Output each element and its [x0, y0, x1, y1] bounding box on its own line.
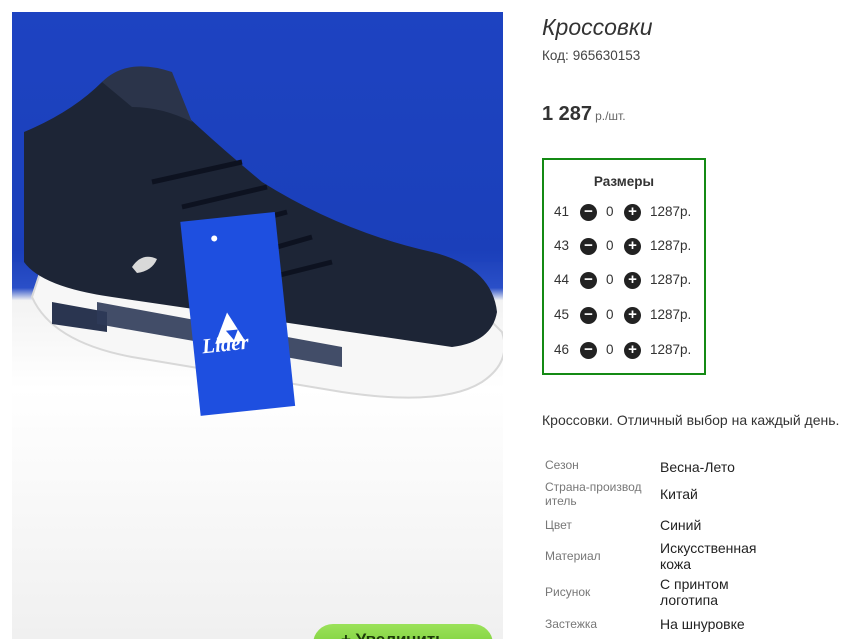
property-value: Синий — [660, 517, 702, 533]
plus-circle-icon[interactable]: + — [624, 307, 641, 324]
size-label: 46 — [554, 342, 570, 357]
property-value: На шнуровке — [660, 616, 745, 632]
sizes-panel: Размеры 41 − 0 + 1287р. 43 − 0 + 1287р. … — [542, 158, 706, 375]
size-quantity: 0 — [606, 238, 614, 253]
property-value: С принтом логотипа — [660, 576, 729, 608]
size-quantity: 0 — [606, 342, 614, 357]
size-price: 1287р. — [650, 342, 692, 357]
product-code-value: 965630153 — [572, 48, 641, 63]
property-key: Сезон — [545, 458, 579, 472]
plus-circle-icon[interactable]: + — [624, 238, 641, 255]
property-key: Материал — [545, 549, 601, 563]
size-price: 1287р. — [650, 204, 692, 219]
property-value: Китай — [660, 486, 698, 502]
size-price: 1287р. — [650, 272, 692, 287]
size-price: 1287р. — [650, 238, 692, 253]
size-row-41: 41 − 0 + 1287р. — [544, 202, 704, 222]
size-price: 1287р. — [650, 307, 692, 322]
property-key: Страна-производитель — [545, 480, 642, 508]
size-quantity: 0 — [606, 307, 614, 322]
minus-circle-icon[interactable]: − — [580, 342, 597, 359]
zoom-button[interactable]: + Увеличить — [313, 624, 493, 639]
size-label: 41 — [554, 204, 570, 219]
plus-circle-icon[interactable]: + — [624, 342, 641, 359]
property-key: Застежка — [545, 617, 598, 631]
minus-circle-icon[interactable]: − — [580, 272, 597, 289]
size-row-43: 43 − 0 + 1287р. — [544, 236, 704, 256]
size-quantity: 0 — [606, 204, 614, 219]
minus-circle-icon[interactable]: − — [580, 238, 597, 255]
tag-brand-text: Lider — [200, 329, 250, 359]
size-row-46: 46 − 0 + 1287р. — [544, 340, 704, 360]
property-key: Рисунок — [545, 585, 591, 599]
size-label: 43 — [554, 238, 570, 253]
minus-circle-icon[interactable]: − — [580, 204, 597, 221]
size-label: 44 — [554, 272, 570, 287]
product-code: Код: 965630153 — [542, 48, 640, 63]
price-unit: р./шт. — [595, 109, 626, 123]
product-photo[interactable]: Lider — [12, 12, 503, 639]
plus-circle-icon[interactable]: + — [624, 204, 641, 221]
price-value: 1 287 — [542, 103, 593, 125]
product-title: Кроссовки — [542, 14, 653, 40]
plus-circle-icon[interactable]: + — [624, 272, 641, 289]
product-description: Кроссовки. Отличный выбор на каждый день… — [542, 412, 840, 428]
property-value: Искусственная кожа — [660, 540, 757, 572]
sneaker-illustration — [12, 12, 503, 416]
minus-circle-icon[interactable]: − — [580, 307, 597, 324]
size-label: 45 — [554, 307, 570, 322]
size-quantity: 0 — [606, 272, 614, 287]
product-price: 1 287 р./шт. — [542, 103, 626, 126]
property-value: Весна-Лето — [660, 459, 735, 475]
size-row-44: 44 − 0 + 1287р. — [544, 270, 704, 290]
property-key: Цвет — [545, 518, 572, 532]
sizes-title: Размеры — [593, 174, 655, 189]
product-code-label: Код: — [542, 48, 569, 63]
size-row-45: 45 − 0 + 1287р. — [544, 305, 704, 325]
